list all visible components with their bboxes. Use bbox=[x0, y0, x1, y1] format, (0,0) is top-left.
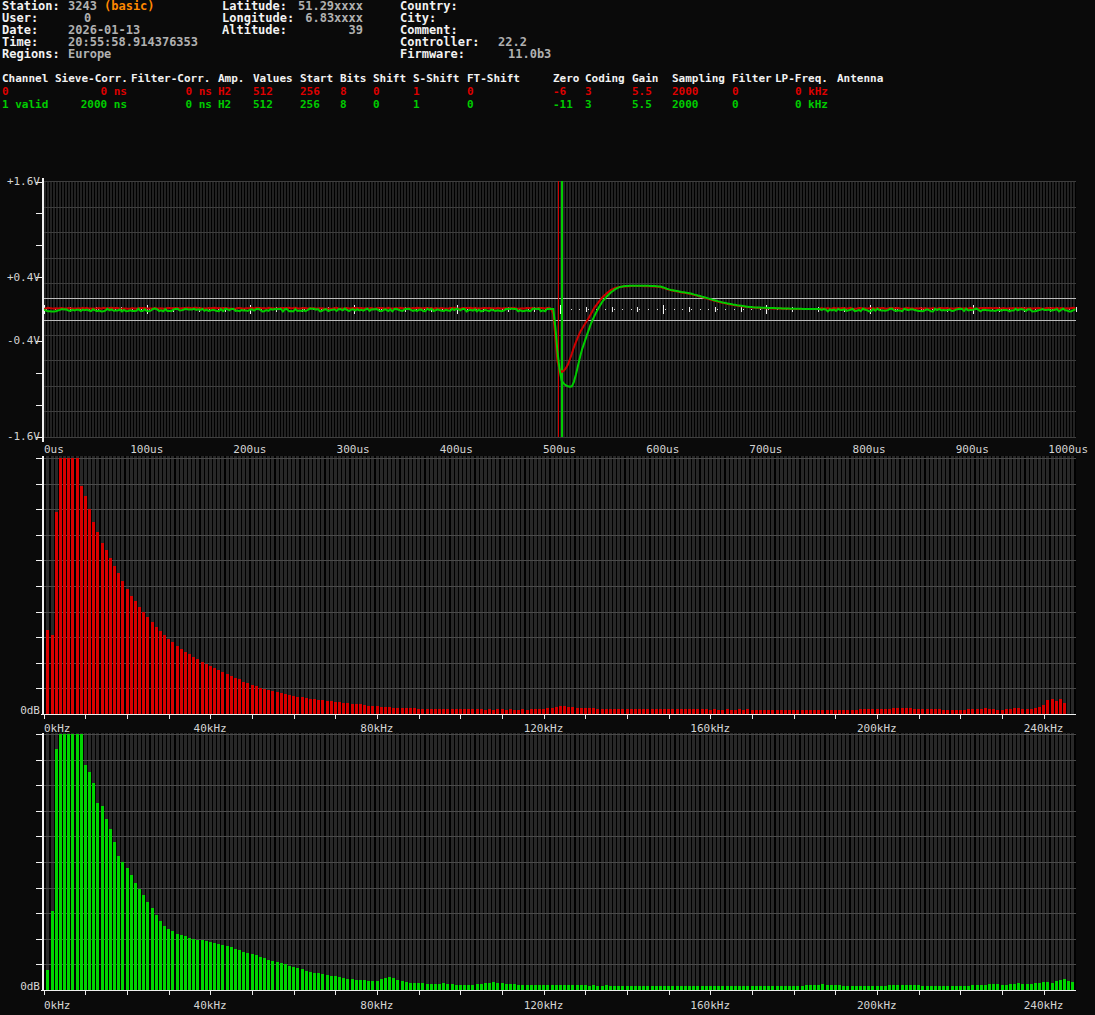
spectrum-ch1-xlabel-2: 80kHz bbox=[360, 999, 393, 1012]
plots-canvas bbox=[0, 0, 1095, 1015]
spectrum-ch0-xlabel-0: 0kHz bbox=[44, 722, 71, 735]
spectrum-ch1-xlabel-0: 0kHz bbox=[44, 999, 71, 1012]
wave-xlabel-1: 100us bbox=[130, 443, 163, 456]
spectrum-ch0-xlabel-1: 40kHz bbox=[194, 722, 227, 735]
spectrum-ch1-xlabel-6: 240kHz bbox=[1024, 999, 1064, 1012]
wave-xlabel-6: 600us bbox=[646, 443, 679, 456]
wave-ylabel-1: +0.4V bbox=[0, 271, 40, 284]
wave-ylabel-2: -0.4V bbox=[0, 334, 40, 347]
spectrum-ch1-xlabel-5: 200kHz bbox=[857, 999, 897, 1012]
wave-xlabel-5: 500us bbox=[543, 443, 576, 456]
spectrum-ch0-xlabel-2: 80kHz bbox=[360, 722, 393, 735]
wave-xlabel-7: 700us bbox=[749, 443, 782, 456]
signal-monitor-screen: Station:3243(basic)User:0Date:2026-01-13… bbox=[0, 0, 1095, 1015]
spectrum-ch0-xlabel-6: 240kHz bbox=[1024, 722, 1064, 735]
wave-ylabel-3: -1.6V bbox=[0, 430, 40, 443]
spectrum-ch0-ylabel: 0dB bbox=[0, 704, 40, 717]
spectrum-ch1-xlabel-1: 40kHz bbox=[194, 999, 227, 1012]
wave-xlabel-3: 300us bbox=[337, 443, 370, 456]
spectrum-ch0-xlabel-4: 160kHz bbox=[690, 722, 730, 735]
wave-xlabel-10: 1000us bbox=[1048, 443, 1088, 456]
spectrum-ch1-xlabel-4: 160kHz bbox=[690, 999, 730, 1012]
wave-xlabel-0: 0us bbox=[44, 443, 64, 456]
spectrum-ch1-xlabel-3: 120kHz bbox=[524, 999, 564, 1012]
wave-ylabel-0: +1.6V bbox=[0, 175, 40, 188]
wave-xlabel-9: 900us bbox=[956, 443, 989, 456]
wave-xlabel-4: 400us bbox=[440, 443, 473, 456]
spectrum-ch0-xlabel-3: 120kHz bbox=[524, 722, 564, 735]
spectrum-ch1-ylabel: 0dB bbox=[0, 980, 40, 993]
wave-xlabel-8: 800us bbox=[853, 443, 886, 456]
wave-xlabel-2: 200us bbox=[233, 443, 266, 456]
spectrum-ch0-xlabel-5: 200kHz bbox=[857, 722, 897, 735]
